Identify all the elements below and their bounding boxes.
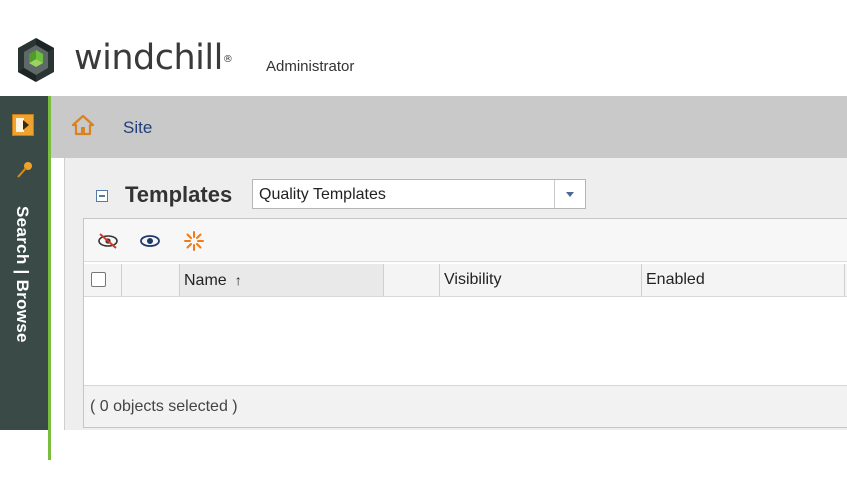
app-header: windchill® Administrator [0,0,847,96]
user-role: Administrator [266,58,355,75]
column-header-visibility[interactable]: Visibility [440,264,642,296]
column-header-icon[interactable] [122,264,180,296]
template-type-select[interactable]: Quality Templates [252,179,586,209]
column-header-enabled-label: Enabled [646,271,705,288]
templates-panel: Templates Quality Templates Name ↑ Visib… [64,158,847,430]
column-header-blank[interactable] [384,264,440,296]
expand-panel-icon[interactable] [12,114,34,136]
brand-name: windchill® [74,38,233,78]
breadcrumb-site-link[interactable]: Site [123,118,152,138]
collapse-toggle-icon[interactable] [96,190,108,202]
navigator-rail: Search | Browse [0,96,51,460]
hide-icon[interactable] [96,229,120,253]
chevron-down-icon[interactable] [554,180,585,208]
column-header-enabled[interactable]: Enabled [642,264,845,296]
search-browse-label: Search | Browse [13,206,32,343]
table-header: Name ↑ Visibility Enabled [84,264,847,297]
panel-title: Templates [125,182,233,207]
column-header-name-label: Name [184,272,227,289]
templates-table: Name ↑ Visibility Enabled ( 0 objects sel… [83,218,847,428]
table-toolbar [84,219,847,262]
table-footer: ( 0 objects selected ) [84,385,847,427]
show-icon[interactable] [138,229,162,253]
windchill-logo-icon[interactable] [12,36,60,84]
column-header-name[interactable]: Name ↑ [180,264,384,296]
pin-icon[interactable] [15,160,35,180]
home-icon[interactable] [71,114,95,136]
breadcrumb: Site [51,96,847,158]
select-all-checkbox[interactable] [91,272,106,287]
column-header-visibility-label: Visibility [444,271,502,288]
new-template-icon[interactable] [182,229,206,253]
sort-ascending-icon: ↑ [234,272,242,288]
selection-status: ( 0 objects selected ) [90,398,238,415]
panel-bottom-gap [64,430,847,460]
rail-bottom-gap [0,430,48,460]
table-body [84,297,847,387]
select-all-cell [84,264,122,296]
template-type-value: Quality Templates [259,186,386,203]
